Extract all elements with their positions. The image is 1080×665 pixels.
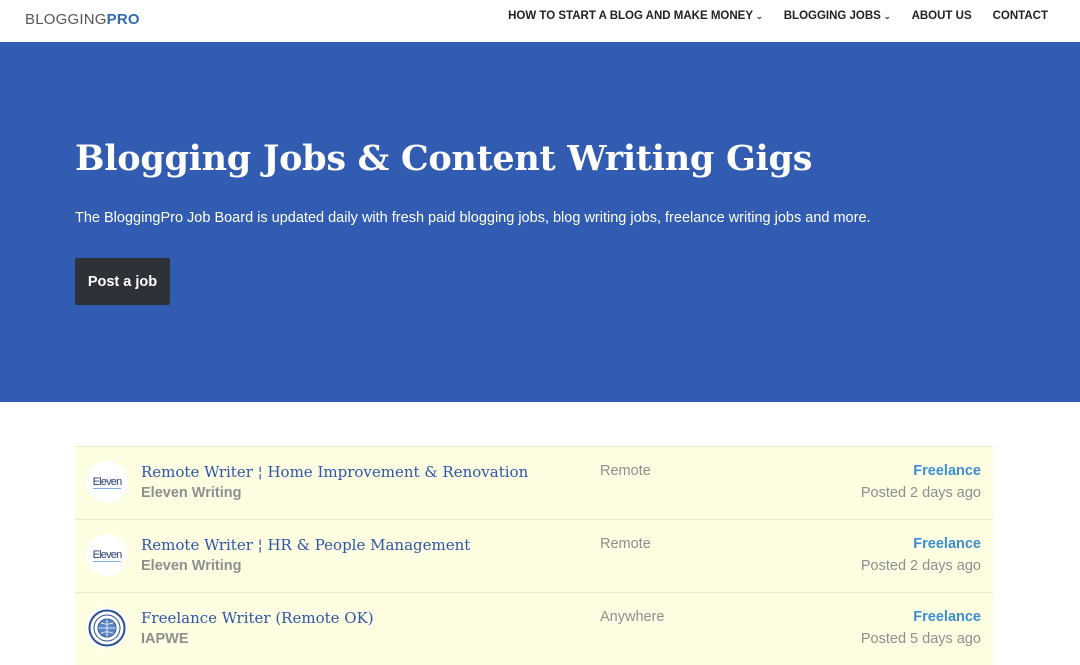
company-logo-text: Eleven: [92, 548, 122, 562]
hero-subtitle: The BloggingPro Job Board is updated dai…: [75, 210, 871, 226]
nav-item-about-us[interactable]: ABOUT US: [912, 10, 972, 22]
job-location: Remote: [600, 463, 651, 479]
post-job-button[interactable]: Post a job: [75, 258, 170, 305]
main-nav: HOW TO START A BLOG AND MAKE MONEY ⌄ BLO…: [487, 10, 1048, 22]
nav-label: BLOGGING JOBS: [783, 10, 881, 22]
hero-banner: Blogging Jobs & Content Writing Gigs The…: [0, 42, 1080, 402]
nav-label: HOW TO START A BLOG AND MAKE MONEY: [508, 10, 754, 22]
job-location: Remote: [600, 536, 651, 552]
company-logo: Eleven: [86, 461, 128, 503]
nav-label: ABOUT US: [911, 10, 972, 22]
job-title-link[interactable]: Remote Writer ¦ HR & People Management: [141, 536, 470, 554]
globe-seal-icon: [86, 607, 128, 649]
chevron-down-icon: ⌄: [883, 11, 891, 21]
job-company: Eleven Writing: [141, 485, 242, 501]
job-company: Eleven Writing: [141, 558, 242, 574]
site-header: BLOGGINGPRO HOW TO START A BLOG AND MAKE…: [0, 0, 1080, 42]
job-location: Anywhere: [600, 609, 665, 625]
job-type-badge: Freelance: [913, 463, 981, 479]
globe-seal-graphic: [88, 609, 126, 647]
job-type-badge: Freelance: [913, 609, 981, 625]
job-list: Eleven Remote Writer ¦ Home Improvement …: [75, 446, 993, 665]
job-listing[interactable]: Eleven Remote Writer ¦ HR & People Manag…: [75, 519, 993, 592]
job-posted-date: Posted 5 days ago: [860, 631, 981, 647]
job-type-badge: Freelance: [913, 536, 981, 552]
job-title-link[interactable]: Freelance Writer (Remote OK): [141, 609, 374, 627]
site-logo[interactable]: BLOGGINGPRO: [25, 11, 140, 28]
nav-item-start-blog[interactable]: HOW TO START A BLOG AND MAKE MONEY ⌄: [508, 10, 763, 22]
logo-text-part2: PRO: [106, 11, 140, 28]
job-posted-date: Posted 2 days ago: [860, 485, 981, 501]
logo-text-part1: BLOGGING: [25, 11, 107, 28]
job-listing[interactable]: Freelance Writer (Remote OK) IAPWE Anywh…: [75, 592, 993, 665]
job-company: IAPWE: [141, 631, 189, 647]
nav-label: CONTACT: [992, 10, 1048, 22]
chevron-down-icon: ⌄: [756, 11, 763, 21]
job-listing[interactable]: Eleven Remote Writer ¦ Home Improvement …: [75, 446, 993, 519]
company-logo-text: Eleven: [92, 475, 122, 489]
page-title: Blogging Jobs & Content Writing Gigs: [75, 138, 813, 179]
nav-item-contact[interactable]: CONTACT: [993, 10, 1048, 22]
company-logo: Eleven: [86, 534, 128, 576]
nav-item-blogging-jobs[interactable]: BLOGGING JOBS ⌄: [784, 10, 891, 22]
job-posted-date: Posted 2 days ago: [860, 558, 981, 574]
job-title-link[interactable]: Remote Writer ¦ Home Improvement & Renov…: [141, 463, 528, 481]
